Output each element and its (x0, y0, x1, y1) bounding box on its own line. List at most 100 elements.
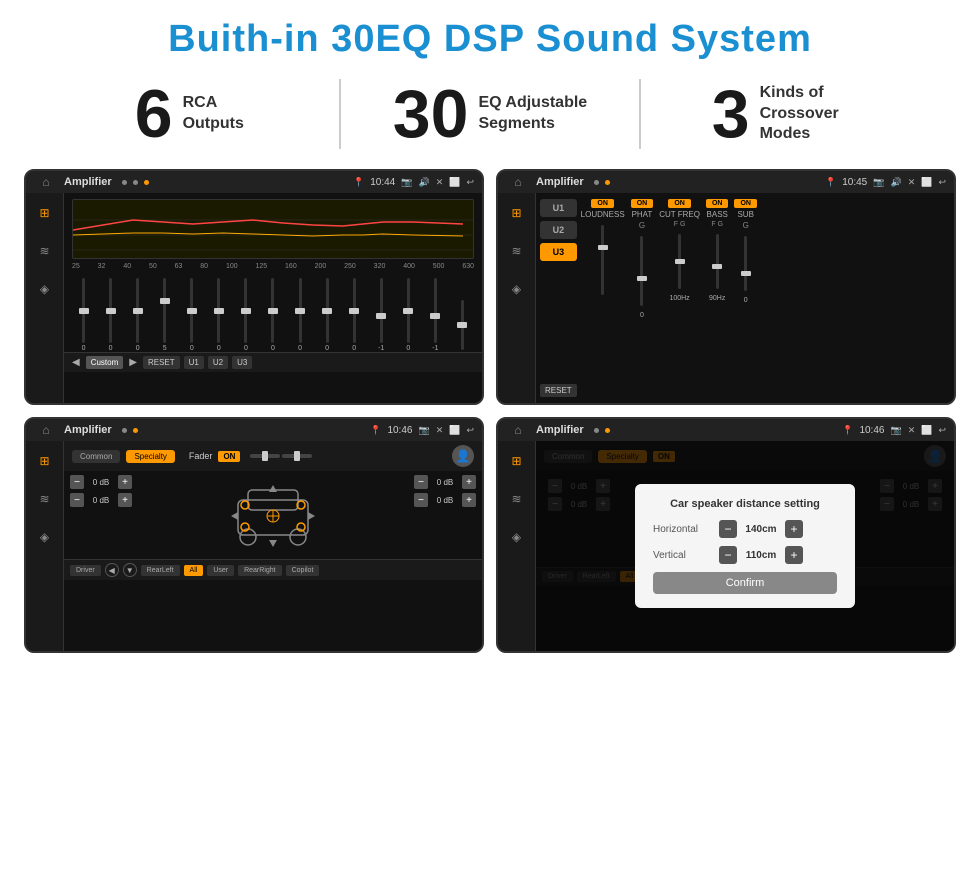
eq-slider-12[interactable]: 0 (401, 278, 415, 352)
stat-divider-1 (339, 79, 341, 149)
horizontal-minus-btn[interactable]: − (719, 520, 737, 538)
distance-dot-2 (605, 428, 610, 433)
horizontal-value: 140cm (743, 524, 779, 535)
bass-toggle[interactable]: ON (706, 199, 729, 208)
eq-slider-3[interactable]: 5 (158, 278, 172, 352)
copilot-btn[interactable]: Copilot (286, 565, 320, 576)
vertical-plus-btn[interactable]: + (785, 546, 803, 564)
avatar-fader: 👤 (452, 445, 474, 467)
car-svg (223, 475, 323, 555)
horizontal-label: Horizontal (653, 524, 713, 535)
eq-slider-6[interactable]: 0 (239, 278, 253, 352)
home-icon-crossover: ⌂ (506, 170, 530, 194)
channel-sub: ON SUB G 0 (734, 199, 757, 397)
eq-main-area: 25 32 40 50 63 80 100 125 160 200 250 32… (64, 193, 482, 403)
sub-label: SUB (737, 210, 753, 219)
bass-slider[interactable] (716, 234, 719, 289)
cutfreq-slider[interactable] (678, 234, 681, 289)
eq-u3-btn[interactable]: U3 (232, 356, 252, 369)
preset-u1[interactable]: U1 (540, 199, 577, 217)
sub-slider[interactable] (744, 236, 747, 291)
rear-left-btn[interactable]: RearLeft (141, 565, 180, 576)
crossover-sidebar-icon-2[interactable]: ≋ (505, 239, 529, 263)
fader-sidebar-icon-3[interactable]: ◈ (33, 525, 57, 549)
cutfreq-value: 100Hz (669, 295, 689, 302)
tab-common-fader[interactable]: Common (72, 450, 120, 463)
eq-slider-11[interactable]: -1 (374, 278, 388, 352)
driver-btn[interactable]: Driver (70, 565, 101, 576)
confirm-button[interactable]: Confirm (653, 572, 837, 594)
eq-slider-0[interactable]: 0 (77, 278, 91, 352)
all-btn[interactable]: All (184, 565, 204, 576)
minus-btn-2[interactable]: − (70, 493, 84, 507)
fader-sidebar-icon-1[interactable]: ⊞ (33, 449, 57, 473)
eq-preset-custom[interactable]: Custom (86, 356, 124, 369)
preset-u3[interactable]: U3 (540, 243, 577, 261)
eq-slider-10[interactable]: 0 (347, 278, 361, 352)
eq-slider-8[interactable]: 0 (293, 278, 307, 352)
eq-sidebar-icon-2[interactable]: ≋ (33, 239, 57, 263)
app-name-crossover: Amplifier (536, 176, 584, 188)
fader-screen-content: ⊞ ≋ ◈ Common Specialty Fader ON 👤 (26, 441, 482, 651)
loudness-toggle[interactable]: ON (591, 199, 614, 208)
eq-chart (72, 199, 474, 259)
loudness-slider[interactable] (601, 225, 604, 295)
phat-toggle[interactable]: ON (631, 199, 654, 208)
plus-btn-3[interactable]: + (462, 475, 476, 489)
eq-slider-13[interactable]: -1 (428, 278, 442, 352)
preset-u2[interactable]: U2 (540, 221, 577, 239)
vertical-minus-btn[interactable]: − (719, 546, 737, 564)
eq-label-63: 63 (175, 263, 183, 270)
eq-reset-btn[interactable]: RESET (143, 356, 180, 369)
eq-slider-2[interactable]: 0 (131, 278, 145, 352)
eq-freq-labels: 25 32 40 50 63 80 100 125 160 200 250 32… (64, 263, 482, 270)
distance-sidebar-icon-1[interactable]: ⊞ (505, 449, 529, 473)
next-btn[interactable]: ▶ (129, 357, 137, 368)
fader-h-slider-2[interactable] (282, 454, 312, 458)
stat-crossover: 3 Kinds ofCrossover Modes (661, 80, 920, 148)
fader-bottom-bar: Driver ◀ ▼ RearLeft All User RearRight C… (64, 559, 482, 580)
eq-label-200: 200 (315, 263, 327, 270)
eq-sidebar-icon-1[interactable]: ⊞ (33, 201, 57, 225)
left-arrow-btn[interactable]: ◀ (105, 563, 119, 577)
eq-slider-1[interactable]: 0 (104, 278, 118, 352)
eq-label-160: 160 (285, 263, 297, 270)
eq-slider-4[interactable]: 0 (185, 278, 199, 352)
sub-toggle[interactable]: ON (734, 199, 757, 208)
eq-label-630: 630 (462, 263, 474, 270)
eq-slider-5[interactable]: 0 (212, 278, 226, 352)
eq-slider-7[interactable]: 0 (266, 278, 280, 352)
phat-slider[interactable] (640, 236, 643, 306)
fader-h-slider-1[interactable] (250, 454, 280, 458)
crossover-sidebar-icon-1[interactable]: ⊞ (505, 201, 529, 225)
cutfreq-toggle[interactable]: ON (668, 199, 691, 208)
down-arrow-btn[interactable]: ▼ (123, 563, 137, 577)
plus-btn-4[interactable]: + (462, 493, 476, 507)
crossover-reset[interactable]: RESET (540, 384, 577, 397)
eq-label-100: 100 (226, 263, 238, 270)
distance-sidebar-icon-3[interactable]: ◈ (505, 525, 529, 549)
eq-sidebar-icon-3[interactable]: ◈ (33, 277, 57, 301)
rear-right-btn[interactable]: RearRight (238, 565, 282, 576)
dialog-title: Car speaker distance setting (653, 498, 837, 510)
horizontal-plus-btn[interactable]: + (785, 520, 803, 538)
eq-slider-9[interactable]: 0 (320, 278, 334, 352)
eq-slider-14[interactable] (455, 300, 469, 352)
db-value-3: 0 dB (431, 478, 459, 487)
user-btn[interactable]: User (207, 565, 234, 576)
fader-sidebar-icon-2[interactable]: ≋ (33, 487, 57, 511)
crossover-sidebar-icon-3[interactable]: ◈ (505, 277, 529, 301)
minus-btn-1[interactable]: − (70, 475, 84, 489)
minus-btn-3[interactable]: − (414, 475, 428, 489)
eq-u1-btn[interactable]: U1 (184, 356, 204, 369)
status-time-fader: 10:46 (387, 425, 412, 436)
tab-specialty-fader[interactable]: Specialty (126, 450, 174, 463)
plus-btn-1[interactable]: + (118, 475, 132, 489)
prev-btn[interactable]: ◀ (72, 357, 80, 368)
minus-btn-4[interactable]: − (414, 493, 428, 507)
plus-btn-2[interactable]: + (118, 493, 132, 507)
fader-label: Fader (189, 451, 213, 461)
eq-u2-btn[interactable]: U2 (208, 356, 228, 369)
distance-sidebar-icon-2[interactable]: ≋ (505, 487, 529, 511)
volume-icon-c: 🔊 (890, 177, 901, 188)
